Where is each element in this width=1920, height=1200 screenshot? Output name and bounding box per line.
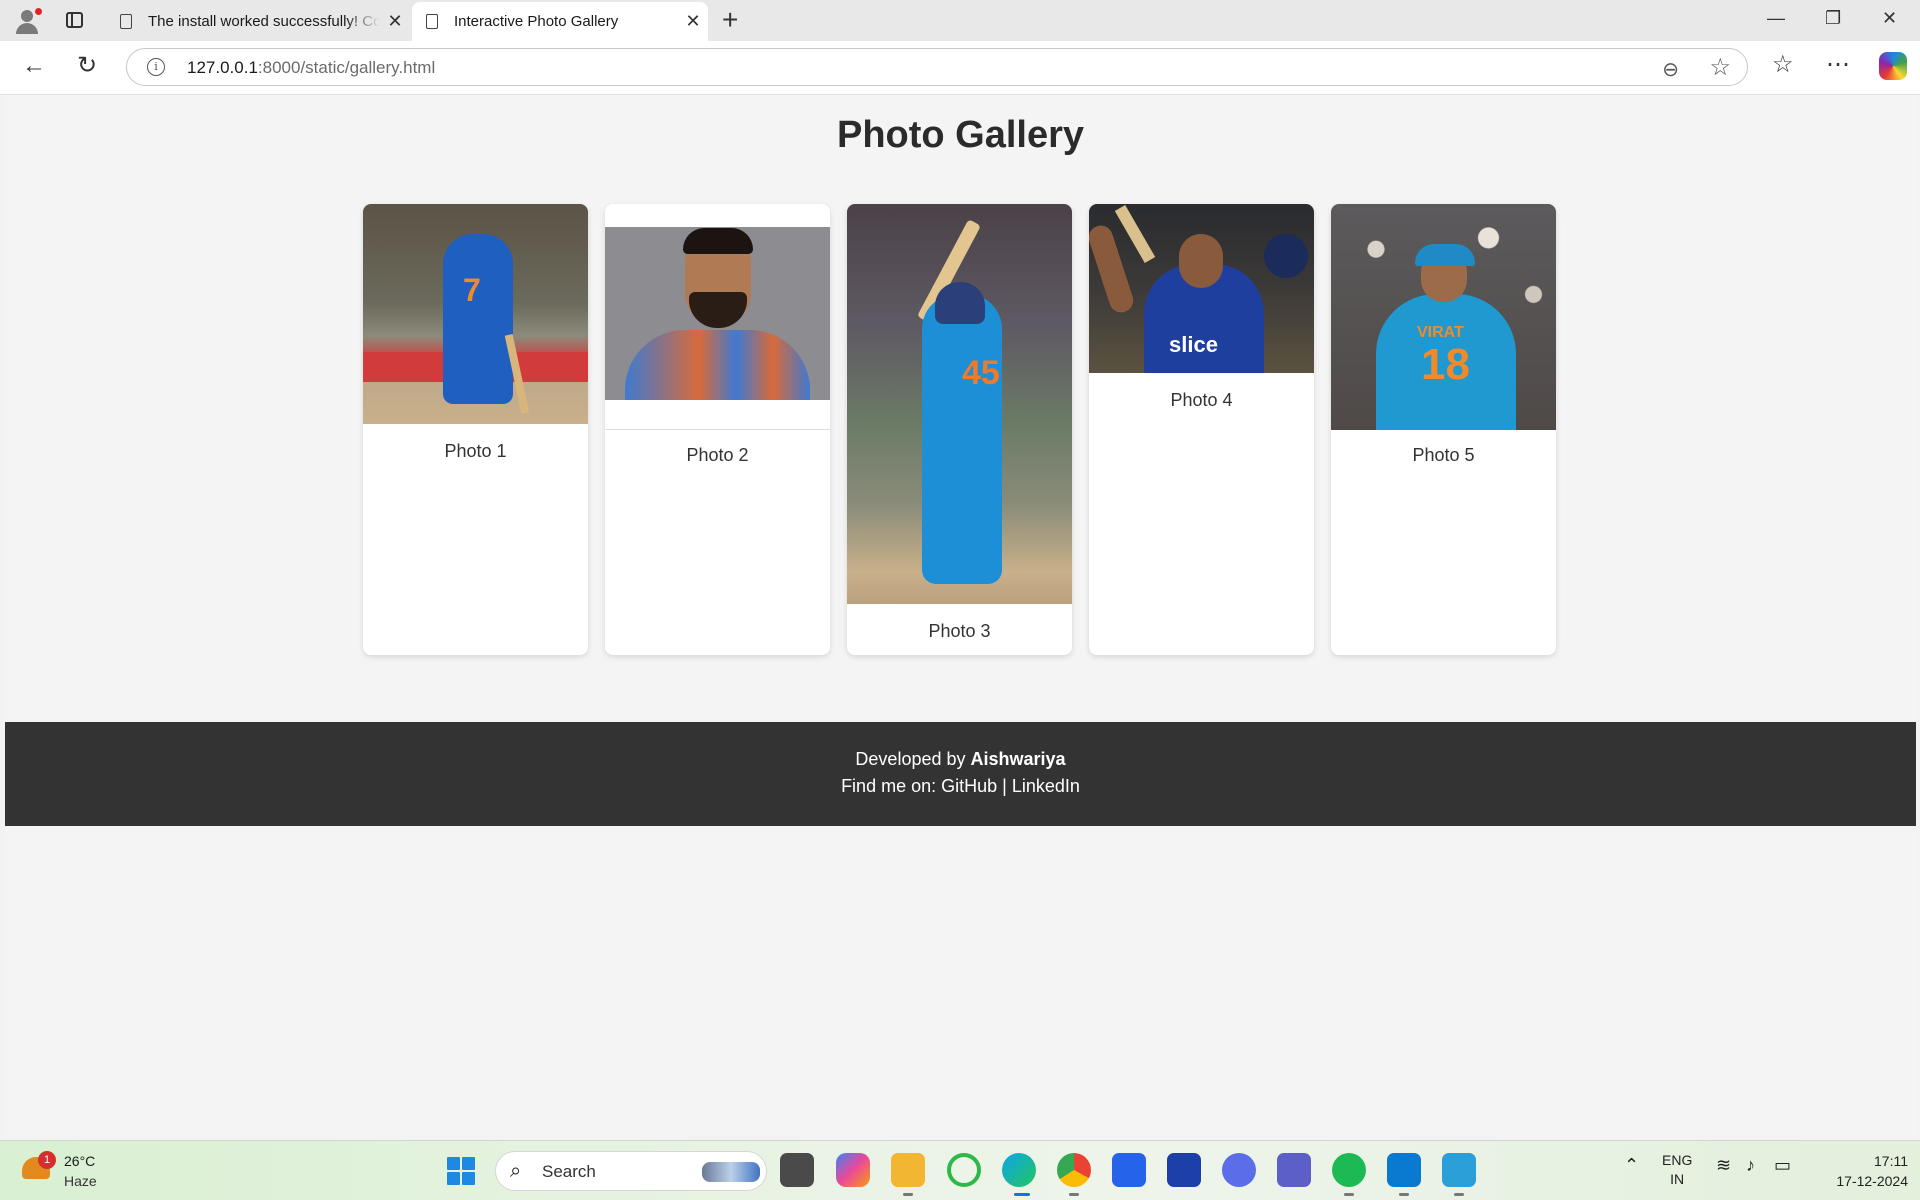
file-explorer-icon[interactable] [891,1153,925,1187]
copilot-icon[interactable] [1879,52,1907,80]
photo-image-3[interactable]: 45 [847,204,1072,604]
photo-image-1[interactable]: 7 [363,204,588,424]
site-info-icon[interactable]: i [147,58,165,76]
tab-install-success[interactable]: The install worked successfully! Co ✕ [106,2,410,41]
jersey-sponsor: slice [1169,332,1218,357]
clock-date: 17-12-2024 [1836,1173,1908,1189]
store-icon[interactable] [1112,1153,1146,1187]
photo-caption: Photo 5 [1412,445,1475,465]
tool-app-icon[interactable] [1222,1153,1256,1187]
page-icon [426,14,438,29]
photo-caption: Photo 4 [1170,390,1233,410]
browser-navbar: ← ↻ i 127.0.0.1:8000/static/gallery.html… [0,41,1920,95]
profile-icon[interactable] [12,8,42,34]
clock-time: 17:11 [1874,1153,1908,1169]
photo-caption: Photo 1 [444,441,507,461]
volume-icon[interactable]: ♪ [1746,1155,1755,1176]
teams-icon[interactable] [1277,1153,1311,1187]
weather-temperature: 26°C [64,1153,96,1169]
tab-photo-gallery[interactable]: Interactive Photo Gallery ✕ [412,2,708,41]
favorite-star-icon[interactable]: ☆ [1709,53,1731,82]
jersey-number: 18 [1421,340,1470,389]
edge-icon[interactable] [1002,1153,1036,1187]
photo-card-4[interactable]: slice Photo 4 [1089,204,1314,655]
vscode-icon[interactable] [1387,1153,1421,1187]
url-text[interactable]: 127.0.0.1:8000/static/gallery.html [187,58,435,78]
start-icon[interactable] [447,1157,475,1185]
new-tab-icon[interactable]: + [722,6,738,34]
restore-icon[interactable]: ❐ [1825,8,1841,29]
spotify-icon[interactable] [1332,1153,1366,1187]
tray-overflow-icon[interactable]: ⌃ [1624,1155,1639,1176]
search-label: Search [542,1162,596,1181]
notification-badge: 1 [38,1151,56,1169]
notepad-icon[interactable] [1442,1153,1476,1187]
weather-widget[interactable]: 1 26°C Haze [22,1151,132,1191]
circle-app-icon[interactable] [947,1153,981,1187]
windows-taskbar: 1 26°C Haze ⌕ Search ⌃ ENG IN ≋ ♪ ▭ 17:1… [0,1140,1920,1200]
battery-icon[interactable]: ▭ [1774,1155,1791,1176]
close-tab-icon[interactable]: ✕ [380,11,410,32]
photo-gallery: 7 Photo 1 Photo 2 45 Photo 3 slice Photo… [363,204,1556,655]
page-viewport: Photo Gallery 7 Photo 1 Photo 2 45 Photo… [5,96,1916,1136]
github-link[interactable]: GitHub [941,776,997,796]
more-options-icon[interactable]: ⋯ [1826,50,1850,79]
weather-condition: Haze [64,1173,97,1189]
back-icon[interactable]: ← [22,51,46,81]
tab-title: Interactive Photo Gallery [454,13,619,30]
tab-title: The install worked successfully! Co [148,13,380,30]
jersey-number: 7 [463,272,481,308]
photo-image-5[interactable]: VIRAT 18 [1331,204,1556,430]
social-links: Find me on: GitHub | LinkedIn [841,776,1080,796]
page-footer: Developed by Aishwariya Find me on: GitH… [5,722,1916,826]
address-bar[interactable]: i 127.0.0.1:8000/static/gallery.html ⊖ ☆ [126,48,1748,86]
photo-card-5[interactable]: VIRAT 18 Photo 5 [1331,204,1556,655]
search-icon: ⌕ [510,1160,522,1182]
taskbar-search[interactable]: ⌕ Search [495,1151,767,1191]
task-view-icon[interactable] [780,1153,814,1187]
close-tab-icon[interactable]: ✕ [678,11,708,32]
chrome-icon[interactable] [1057,1153,1091,1187]
tab-actions-icon[interactable] [66,12,83,28]
developer-name: Aishwariya [970,749,1066,769]
refresh-icon[interactable]: ↻ [77,51,97,81]
close-window-icon[interactable]: ✕ [1882,8,1897,29]
photo-image-2[interactable] [605,204,830,430]
photo-card-2[interactable]: Photo 2 [605,204,830,655]
page-icon [120,14,132,29]
minimize-icon[interactable]: — [1767,8,1785,29]
search-highlight-icon [702,1162,760,1182]
linkedin-link[interactable]: LinkedIn [1012,776,1080,796]
photo-image-4[interactable]: slice [1089,204,1314,373]
page-title: Photo Gallery [836,114,1085,156]
photo-caption: Photo 3 [928,621,991,641]
zoom-icon[interactable]: ⊖ [1662,57,1679,82]
browser-titlebar: The install worked successfully! Co ✕ In… [0,0,1920,41]
l-app-icon[interactable] [1167,1153,1201,1187]
copilot-app-icon[interactable] [836,1153,870,1187]
photo-card-3[interactable]: 45 Photo 3 [847,204,1072,655]
wifi-icon[interactable]: ≋ [1716,1155,1731,1176]
favorites-icon[interactable]: ☆ [1772,50,1794,79]
developer-credit: Developed by Aishwariya [855,749,1066,769]
jersey-number: 45 [962,354,1000,392]
photo-caption: Photo 2 [686,445,749,465]
photo-card-1[interactable]: 7 Photo 1 [363,204,588,655]
system-clock[interactable]: 17:11 17-12-2024 [1808,1151,1908,1191]
language-indicator[interactable]: ENG IN [1662,1151,1692,1189]
